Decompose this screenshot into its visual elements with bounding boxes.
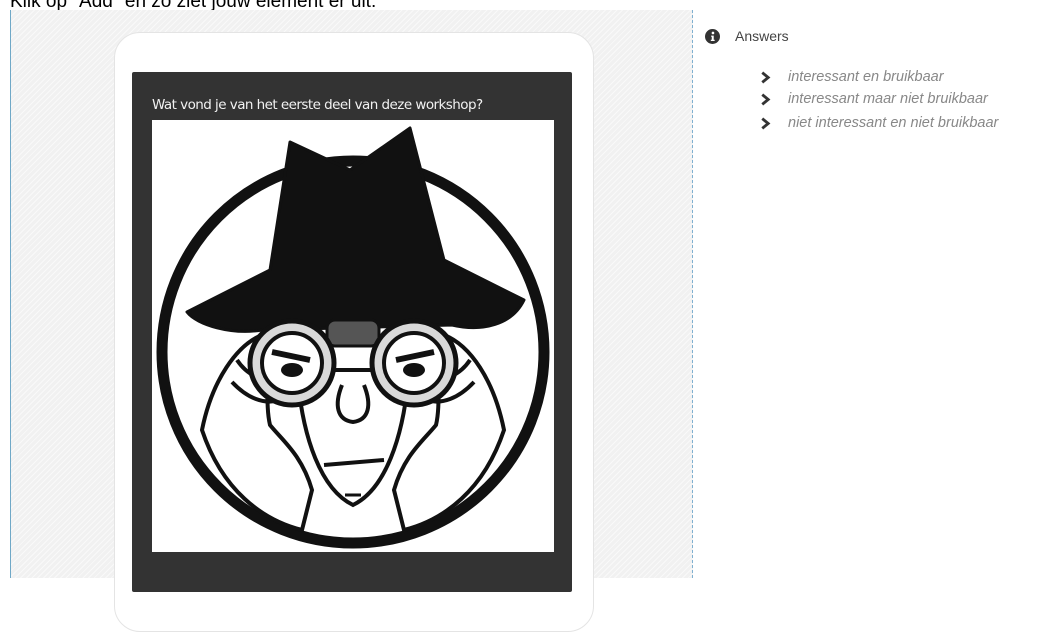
answer-item[interactable]: niet interessant en niet bruikbaar (759, 111, 998, 135)
chevron-right-icon (761, 71, 771, 83)
phone-screen: Wat vond je van het eerste deel van deze… (132, 72, 572, 592)
answers-panel: Answers interessant en bruikbaar interes… (705, 26, 1055, 131)
answers-title: Answers (735, 28, 789, 44)
chevron-right-icon (761, 117, 771, 129)
answer-label: interessant en bruikbaar (788, 69, 944, 85)
answer-item[interactable]: interessant en bruikbaar (759, 65, 998, 89)
question-image (152, 120, 554, 552)
info-icon (705, 28, 720, 44)
answer-item[interactable]: interessant maar niet bruikbaar (759, 87, 998, 111)
answer-label: interessant maar niet bruikbaar (788, 91, 988, 107)
answer-label: niet interessant en niet bruikbaar (788, 115, 999, 131)
chevron-right-icon (761, 93, 771, 105)
editor-canvas: Wat vond je van het eerste deel van deze… (10, 10, 693, 632)
answers-header: Answers (705, 26, 1055, 46)
question-text: Wat vond je van het eerste deel van deze… (152, 97, 483, 113)
spy-with-binoculars-illustration (156, 126, 550, 549)
answers-list: interessant en bruikbaar interessant maa… (759, 65, 998, 135)
